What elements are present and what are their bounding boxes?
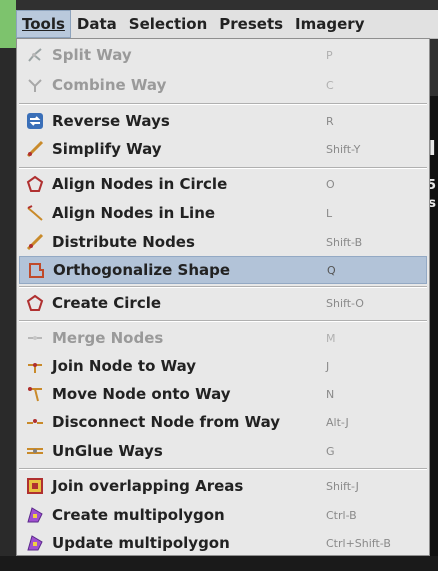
menu-item-merge-nodes[interactable]: Merge Nodes M xyxy=(19,324,427,352)
menu-item-disconnect-node[interactable]: Disconnect Node from Way Alt-J xyxy=(19,408,427,436)
align-line-icon xyxy=(24,202,46,224)
shortcut-label: Shift-B xyxy=(326,235,363,249)
menu-item-unglue-ways[interactable]: UnGlue Ways G xyxy=(19,437,427,465)
menu-item-move-node[interactable]: Move Node onto Way N xyxy=(19,380,427,408)
shortcut-label: M xyxy=(326,331,336,345)
menu-item-label: Align Nodes in Line xyxy=(52,204,216,222)
shortcut-label: J xyxy=(326,359,330,373)
reverse-ways-icon xyxy=(24,110,46,132)
menu-item-label: Split Way xyxy=(52,46,132,64)
shortcut-label: R xyxy=(326,114,334,128)
menu-item-label: Align Nodes in Circle xyxy=(52,175,228,193)
update-multipolygon-icon xyxy=(24,532,46,554)
menu-item-distribute-nodes[interactable]: Distribute Nodes Shift-B xyxy=(19,228,427,256)
join-areas-icon xyxy=(24,475,46,497)
menu-item-label: Create multipolygon xyxy=(52,506,225,524)
menu-item-label: Create Circle xyxy=(52,294,162,312)
menu-item-label: Orthogonalize Shape xyxy=(53,261,231,279)
shortcut-label: Ctrl+Shift-B xyxy=(326,536,391,550)
menu-selection-label: Selection xyxy=(128,15,208,33)
menu-separator xyxy=(19,286,427,288)
shortcut-label: P xyxy=(326,48,333,62)
menu-item-align-line[interactable]: Align Nodes in Line L xyxy=(19,199,427,227)
app-left-strip xyxy=(0,0,16,48)
menu-item-label: Simplify Way xyxy=(52,140,162,158)
join-node-icon xyxy=(24,355,46,377)
menu-tools-label: Tools xyxy=(22,15,65,33)
menu-separator xyxy=(19,320,427,322)
shortcut-label: Shift-Y xyxy=(326,142,361,156)
menu-item-label: Combine Way xyxy=(52,76,167,94)
menu-item-label: Reverse Ways xyxy=(52,112,170,130)
menu-item-orthogonalize[interactable]: Orthogonalize Shape Q xyxy=(19,256,427,284)
menu-item-label: Disconnect Node from Way xyxy=(52,413,281,431)
menu-item-simplify-way[interactable]: Simplify Way Shift-Y xyxy=(19,135,427,163)
menu-item-reverse-ways[interactable]: Reverse Ways R xyxy=(19,107,427,135)
menu-item-create-multipolygon[interactable]: Create multipolygon Ctrl-B xyxy=(19,501,427,529)
menu-item-create-circle[interactable]: Create Circle Shift-O xyxy=(19,289,427,317)
shortcut-label: Shift-J xyxy=(326,479,359,493)
menu-item-label: Join overlapping Areas xyxy=(52,477,244,495)
simplify-way-icon xyxy=(24,138,46,160)
menu-data[interactable]: Data xyxy=(71,10,123,38)
menu-item-label: Distribute Nodes xyxy=(52,233,195,251)
shortcut-label: Q xyxy=(327,263,336,277)
menu-item-join-areas[interactable]: Join overlapping Areas Shift-J xyxy=(19,472,427,500)
menu-separator xyxy=(19,167,427,169)
disconnect-node-icon xyxy=(24,411,46,433)
tools-menu: Split Way P Combine Way C Reverse Ways R… xyxy=(16,38,430,556)
menu-item-label: Join Node to Way xyxy=(52,357,197,375)
shortcut-label: C xyxy=(326,78,334,92)
menubar: Tools Data Selection Presets Imagery xyxy=(16,10,438,39)
menu-item-combine-way[interactable]: Combine Way C xyxy=(19,71,427,99)
menu-item-label: Update multipolygon xyxy=(52,534,230,552)
menu-imagery-label: Imagery xyxy=(295,15,365,33)
menu-presets-label: Presets xyxy=(219,15,284,33)
menu-data-label: Data xyxy=(76,15,117,33)
menu-separator xyxy=(19,468,427,470)
distribute-nodes-icon xyxy=(24,231,46,253)
menu-item-label: Merge Nodes xyxy=(52,329,164,347)
combine-way-icon xyxy=(24,74,46,96)
unglue-ways-icon xyxy=(24,440,46,462)
map-bottom-strip xyxy=(0,556,438,571)
menu-item-align-circle[interactable]: Align Nodes in Circle O xyxy=(19,170,427,198)
menu-tools[interactable]: Tools xyxy=(16,10,71,38)
shortcut-label: O xyxy=(326,177,335,191)
merge-nodes-icon xyxy=(24,327,46,349)
menu-item-label: Move Node onto Way xyxy=(52,385,231,403)
menu-item-update-multipolygon[interactable]: Update multipolygon Ctrl+Shift-B xyxy=(19,529,427,557)
shortcut-label: Ctrl-B xyxy=(326,508,357,522)
menu-separator xyxy=(19,103,427,105)
shortcut-label: N xyxy=(326,387,335,401)
menu-item-split-way[interactable]: Split Way P xyxy=(19,41,427,69)
split-way-icon xyxy=(24,44,46,66)
shortcut-label: G xyxy=(326,444,335,458)
orthogonalize-icon xyxy=(25,259,47,281)
menu-presets[interactable]: Presets xyxy=(213,10,289,38)
shortcut-label: L xyxy=(326,206,333,220)
menu-item-label: UnGlue Ways xyxy=(52,442,163,460)
create-circle-icon xyxy=(24,292,46,314)
create-multipolygon-icon xyxy=(24,504,46,526)
move-node-icon xyxy=(24,383,46,405)
map-view[interactable] xyxy=(430,96,438,571)
align-circle-icon xyxy=(24,173,46,195)
menu-item-join-node[interactable]: Join Node to Way J xyxy=(19,352,427,380)
shortcut-label: Shift-O xyxy=(326,296,364,310)
menu-imagery[interactable]: Imagery xyxy=(289,10,370,38)
shortcut-label: Alt-J xyxy=(326,415,349,429)
menu-selection[interactable]: Selection xyxy=(123,10,213,38)
